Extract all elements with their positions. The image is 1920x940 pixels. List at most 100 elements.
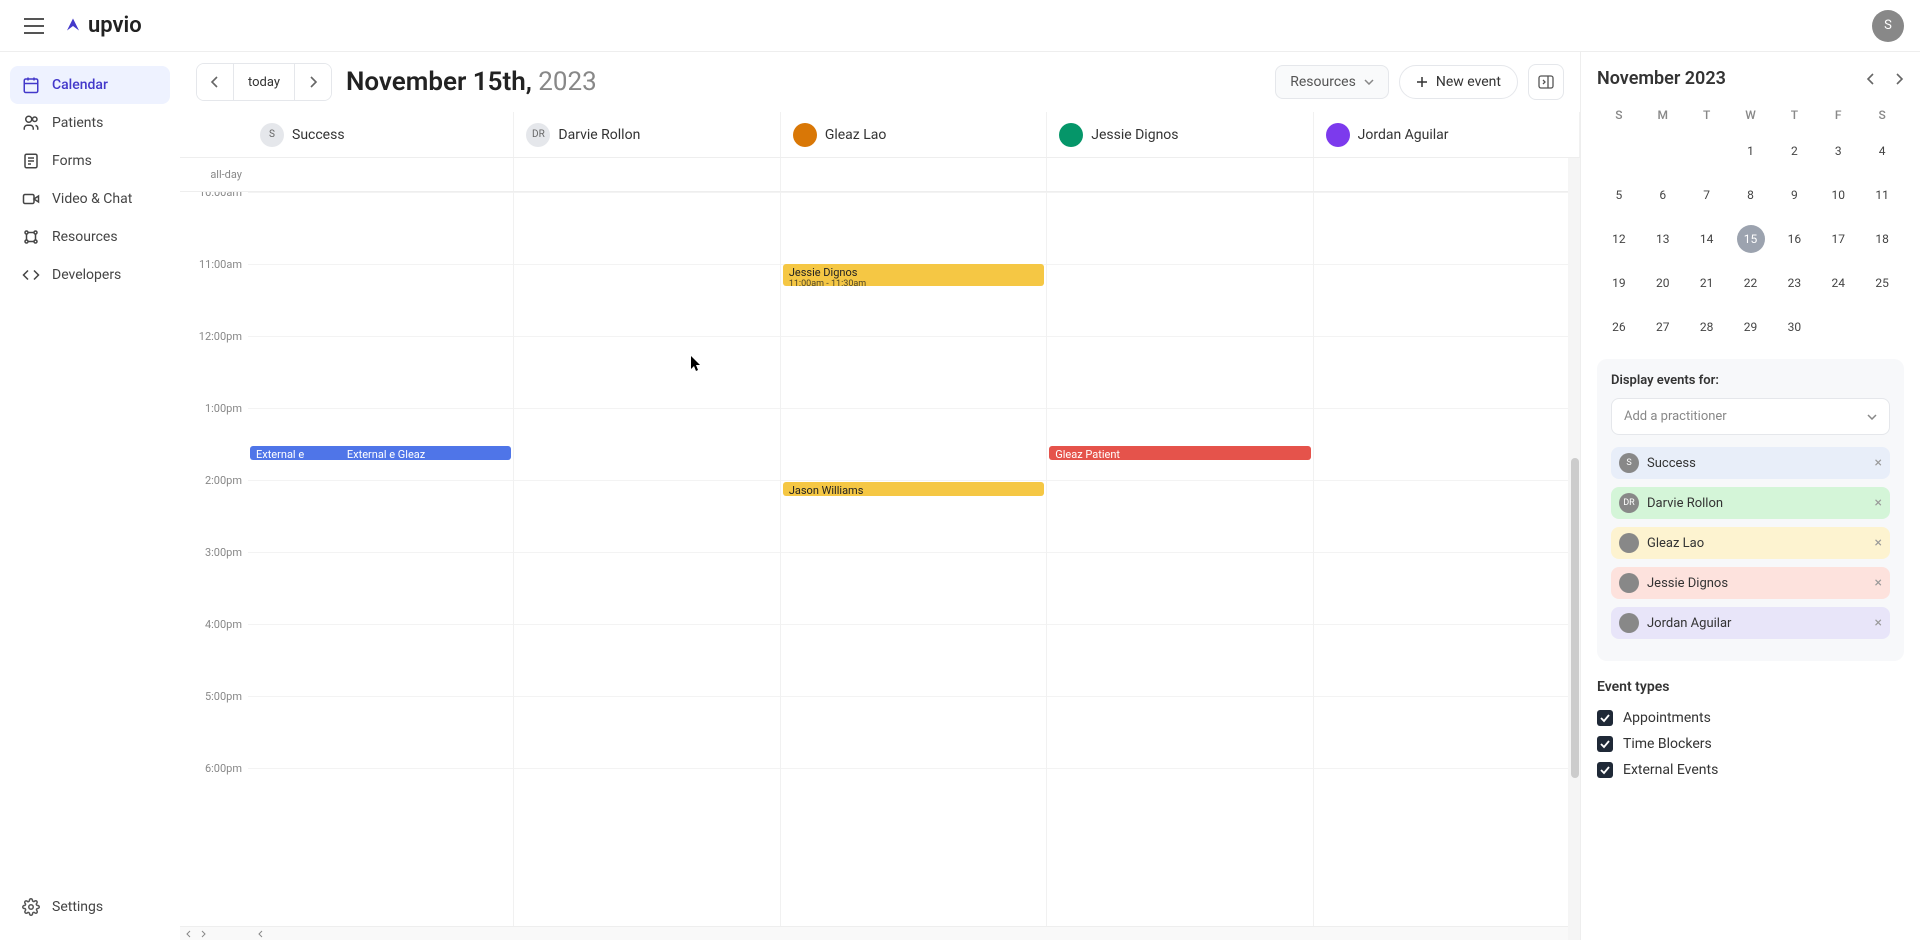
remove-chip-button[interactable]: × <box>1875 495 1882 511</box>
allday-cell[interactable] <box>514 158 780 191</box>
mini-prev-button[interactable] <box>1866 73 1876 85</box>
practitioner-chip[interactable]: DRDarvie Rollon× <box>1611 487 1890 519</box>
prev-day-button[interactable] <box>197 64 233 100</box>
practitioner-chip[interactable]: Jordan Aguilar× <box>1611 607 1890 639</box>
resource-column-header[interactable]: Jessie Dignos <box>1047 112 1313 157</box>
mini-day-cell[interactable]: 2 <box>1772 129 1816 173</box>
day-column[interactable] <box>514 192 780 926</box>
resource-column-header[interactable]: DRDarvie Rollon <box>514 112 780 157</box>
event-type-row[interactable]: Time Blockers <box>1597 731 1904 757</box>
mini-day-cell[interactable]: 22 <box>1729 261 1773 305</box>
sidebar-item-label: Resources <box>52 229 118 245</box>
sidebar-item-code[interactable]: Developers <box>10 256 170 294</box>
user-avatar[interactable]: S <box>1872 10 1904 42</box>
remove-chip-button[interactable]: × <box>1875 535 1882 551</box>
day-column[interactable] <box>1314 192 1580 926</box>
mini-day-cell[interactable]: 29 <box>1729 305 1773 349</box>
sidebar-item-patients[interactable]: Patients <box>10 104 170 142</box>
mini-day-cell[interactable]: 10 <box>1816 173 1860 217</box>
new-event-button[interactable]: New event <box>1399 65 1518 99</box>
resource-name: Jessie Dignos <box>1091 127 1178 143</box>
mini-day-cell[interactable]: 7 <box>1685 173 1729 217</box>
mini-day-cell[interactable]: 19 <box>1597 261 1641 305</box>
mini-day-cell[interactable]: 16 <box>1772 217 1816 261</box>
mini-day-cell[interactable]: 21 <box>1685 261 1729 305</box>
allday-cell[interactable] <box>248 158 514 191</box>
add-practitioner-select[interactable]: Add a practitioner <box>1611 398 1890 435</box>
mini-day-cell[interactable]: 28 <box>1685 305 1729 349</box>
mini-day-cell[interactable]: 9 <box>1772 173 1816 217</box>
allday-cell[interactable] <box>1047 158 1313 191</box>
time-label: 4:00pm <box>180 618 248 690</box>
day-column[interactable]: Gleaz Patient <box>1047 192 1313 926</box>
mini-day-cell <box>1685 129 1729 173</box>
mini-next-button[interactable] <box>1894 73 1904 85</box>
mini-day-cell[interactable]: 11 <box>1860 173 1904 217</box>
chevron-down-icon <box>1867 414 1877 420</box>
resource-column-header[interactable]: SSuccess <box>248 112 514 157</box>
resource-column-header[interactable]: Jordan Aguilar <box>1314 112 1580 157</box>
remove-chip-button[interactable]: × <box>1875 615 1882 631</box>
practitioner-chip[interactable]: Gleaz Lao× <box>1611 527 1890 559</box>
view-dropdown[interactable]: Resources <box>1275 65 1389 99</box>
mini-day-cell[interactable]: 15 <box>1737 225 1765 253</box>
remove-chip-button[interactable]: × <box>1875 455 1882 471</box>
mini-day-cell[interactable]: 25 <box>1860 261 1904 305</box>
mini-day-cell[interactable]: 13 <box>1641 217 1685 261</box>
hamburger-menu[interactable] <box>16 8 52 44</box>
mini-day-cell[interactable]: 17 <box>1816 217 1860 261</box>
mini-day-cell[interactable]: 6 <box>1641 173 1685 217</box>
checkbox[interactable] <box>1597 762 1613 778</box>
mini-day-cell[interactable]: 12 <box>1597 217 1641 261</box>
time-label: 3:00pm <box>180 546 248 618</box>
mini-day-cell[interactable]: 8 <box>1729 173 1773 217</box>
sidebar-item-calendar[interactable]: Calendar <box>10 66 170 104</box>
mini-day-cell[interactable]: 18 <box>1860 217 1904 261</box>
sidebar-item-resources[interactable]: Resources <box>10 218 170 256</box>
resource-column-header[interactable]: Gleaz Lao <box>781 112 1047 157</box>
panel-toggle-button[interactable] <box>1528 64 1564 100</box>
mini-day-cell[interactable]: 1 <box>1729 129 1773 173</box>
mini-day-cell[interactable]: 24 <box>1816 261 1860 305</box>
scroll-left-icon-2[interactable] <box>256 929 266 939</box>
mini-day-cell[interactable]: 3 <box>1816 129 1860 173</box>
vertical-scrollbar[interactable] <box>1568 158 1580 940</box>
calendar-event[interactable]: Jessie Dignos11:00am - 11:30am <box>783 264 1044 286</box>
calendar-event[interactable]: Gleaz Patient <box>1049 446 1310 460</box>
next-day-button[interactable] <box>295 64 331 100</box>
today-button[interactable]: today <box>233 64 295 100</box>
checkbox[interactable] <box>1597 736 1613 752</box>
practitioner-filter: Display events for: Add a practitioner S… <box>1597 359 1904 661</box>
sidebar-item-video[interactable]: Video & Chat <box>10 180 170 218</box>
mini-day-cell[interactable]: 14 <box>1685 217 1729 261</box>
scroll-left-icon[interactable] <box>184 929 194 939</box>
remove-chip-button[interactable]: × <box>1875 575 1882 591</box>
calendar-event[interactable]: External e Gleaz <box>341 446 512 460</box>
mini-day-cell[interactable]: 20 <box>1641 261 1685 305</box>
calendar-event[interactable]: Jason Williams <box>783 482 1044 496</box>
mini-day-cell[interactable]: 5 <box>1597 173 1641 217</box>
practitioner-chip[interactable]: SSuccess× <box>1611 447 1890 479</box>
practitioner-chip[interactable]: Jessie Dignos× <box>1611 567 1890 599</box>
day-column[interactable]: Jessie Dignos11:00am - 11:30am Jason Will… <box>781 192 1047 926</box>
avatar: DR <box>1619 493 1639 513</box>
sidebar-item-label: Patients <box>52 115 103 131</box>
day-column[interactable]: External eExternal e Gleaz <box>248 192 514 926</box>
event-type-row[interactable]: Appointments <box>1597 705 1904 731</box>
mini-day-cell[interactable]: 23 <box>1772 261 1816 305</box>
filter-title: Display events for: <box>1611 373 1890 388</box>
event-types-title: Event types <box>1597 679 1904 695</box>
mini-day-cell[interactable]: 27 <box>1641 305 1685 349</box>
mini-day-cell <box>1816 305 1860 349</box>
checkbox[interactable] <box>1597 710 1613 726</box>
scroll-right-icon[interactable] <box>198 929 208 939</box>
mini-day-cell[interactable]: 4 <box>1860 129 1904 173</box>
allday-cell[interactable] <box>781 158 1047 191</box>
allday-cell[interactable] <box>1314 158 1580 191</box>
mini-day-cell[interactable]: 30 <box>1772 305 1816 349</box>
sidebar-item-forms[interactable]: Forms <box>10 142 170 180</box>
mini-day-cell[interactable]: 26 <box>1597 305 1641 349</box>
horizontal-scrollbar[interactable] <box>180 926 1580 940</box>
event-type-row[interactable]: External Events <box>1597 757 1904 783</box>
sidebar-item-settings[interactable]: Settings <box>10 888 170 926</box>
